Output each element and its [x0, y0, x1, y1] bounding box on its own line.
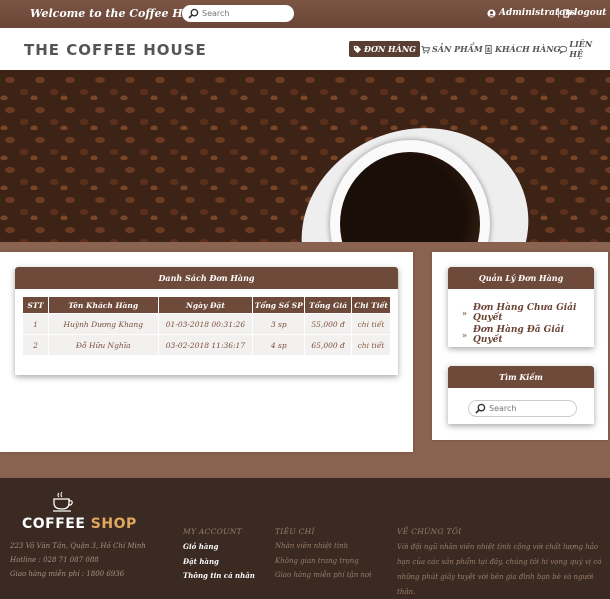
footer-link-order[interactable]: Đặt hàng [183, 557, 219, 566]
site-header: THE COFFEE HOUSE ĐƠN HÀNG SẢN PHẨM KHÁCH… [0, 28, 610, 70]
cell-stt: 1 [22, 313, 49, 335]
menu-unresolved-orders[interactable]: » Đơn Hàng Chưa Giải Quyết [462, 303, 594, 323]
cell-total-price: 65,000 đ [304, 334, 353, 356]
sign-out-icon [563, 8, 572, 18]
user-card-icon [485, 44, 492, 54]
nav-orders[interactable]: ĐƠN HÀNG [349, 41, 420, 57]
logout-link[interactable]: logout [563, 8, 606, 18]
col-total-items: Tổng Số SP [252, 296, 306, 314]
user-circle-icon [487, 8, 496, 18]
footer-logo: COFFEE SHOP [22, 516, 137, 532]
table-header-row: STT Tên Khách Hàng Ngày Đặt Tổng Số SP T… [22, 296, 391, 314]
main-content: Danh Sách Đơn Hàng STT Tên Khách Hàng Ng… [0, 252, 413, 452]
sidebar-search-input[interactable] [489, 404, 569, 413]
separator: | [557, 8, 561, 18]
cart-icon [421, 45, 430, 53]
footer-link-cart[interactable]: Giỏ hàng [183, 542, 218, 551]
comment-icon [559, 45, 568, 54]
orders-panel: Danh Sách Đơn Hàng STT Tên Khách Hàng Ng… [15, 267, 398, 375]
sidebar: Quản Lý Đơn Hàng » Đơn Hàng Chưa Giải Qu… [432, 252, 608, 440]
col-order-date: Ngày Đặt [157, 296, 254, 314]
footer-account-heading: MY ACCOUNT [183, 527, 242, 536]
search-icon [475, 403, 486, 414]
table-row: 2 Đỗ Hữu Nghĩa 03-02-2018 11:36:17 4 sp … [22, 334, 391, 356]
cell-total-items: 4 sp [252, 334, 306, 356]
site-logo[interactable]: THE COFFEE HOUSE [24, 41, 207, 59]
footer-link-profile[interactable]: Thông tin cá nhân [183, 571, 255, 580]
nav-customers-label: KHÁCH HÀNG [495, 44, 561, 54]
col-total-price: Tổng Giá [304, 296, 353, 314]
manage-orders-title: Quản Lý Đơn Hàng [448, 267, 594, 289]
footer-about-heading: VỀ CHÚNG TÔI [397, 527, 462, 536]
footer-hotline: Hotline : 028 71 087 088 [10, 556, 99, 564]
footer-logo-main: COFFEE [22, 516, 86, 532]
search-panel-title: Tìm Kiếm [448, 366, 594, 388]
hero-banner [0, 70, 610, 242]
footer-criteria-heading: TIÊU CHÍ [275, 527, 315, 536]
cell-order-date: 01-03-2018 00:31:26 [157, 313, 254, 335]
top-search-input[interactable] [202, 9, 292, 18]
double-chevron-right-icon: » [462, 308, 467, 318]
footer-about-text: Với đội ngũ nhân viên nhiệt tình cộng vớ… [397, 543, 602, 596]
footer-criteria-item: Nhân viên nhiệt tình [275, 542, 349, 550]
cell-customer-name: Đỗ Hữu Nghĩa [47, 334, 159, 356]
top-search-box[interactable] [182, 5, 294, 22]
site-footer: COFFEE SHOP 223 Võ Văn Tần, Quận 3, Hồ C… [0, 478, 610, 599]
table-row: 1 Huỳnh Dương Khang 01-03-2018 00:31:26 … [22, 313, 391, 335]
footer-criteria-item: Giao hàng miễn phí tận nơi [275, 571, 372, 579]
cell-order-date: 03-02-2018 11:36:17 [157, 334, 254, 356]
col-detail: Chi Tiết [351, 296, 391, 314]
tag-icon [353, 45, 362, 53]
user-menu[interactable]: Administrators [487, 8, 575, 18]
cell-total-price: 55,000 đ [304, 313, 353, 335]
double-chevron-right-icon: » [462, 330, 467, 340]
nav-customers[interactable]: KHÁCH HÀNG [480, 41, 564, 57]
cell-stt: 2 [22, 334, 49, 356]
footer-logo-accent: SHOP [85, 516, 137, 532]
orders-panel-title: Danh Sách Đơn Hàng [15, 267, 398, 289]
menu-resolved-orders[interactable]: » Đơn Hàng Đã Giải Quyết [462, 325, 594, 345]
nav-contact-label: LIÊN HỆ [569, 39, 593, 59]
nav-products-label: SẢN PHẨM [432, 44, 483, 54]
top-bar: Welcome to the Coffee House Administrato… [0, 0, 610, 28]
logout-label: logout [574, 8, 607, 18]
coffee-cup-icon [53, 491, 73, 512]
footer-delivery: Giao hàng miễn phí : 1800 6936 [10, 570, 125, 578]
cell-customer-name: Huỳnh Dương Khang [47, 313, 159, 335]
nav-products[interactable]: SẢN PHẨM [417, 41, 487, 57]
footer-address: 223 Võ Văn Tần, Quận 3, Hồ Chí Minh [10, 542, 146, 550]
search-icon [188, 8, 199, 19]
col-customer-name: Tên Khách Hàng [47, 296, 159, 314]
nav-contact[interactable]: LIÊN HỆ [555, 39, 610, 59]
detail-link[interactable]: chi tiết [351, 313, 391, 335]
sidebar-search-box[interactable] [468, 400, 577, 417]
orders-table: STT Tên Khách Hàng Ngày Đặt Tổng Số SP T… [22, 296, 391, 356]
detail-link[interactable]: chi tiết [351, 334, 391, 356]
nav-orders-label: ĐƠN HÀNG [364, 44, 416, 54]
menu-resolved-label: Đơn Hàng Đã Giải Quyết [473, 325, 565, 345]
menu-unresolved-label: Đơn Hàng Chưa Giải Quyết [473, 303, 577, 323]
search-panel: Tìm Kiếm [448, 366, 594, 424]
manage-orders-panel: Quản Lý Đơn Hàng » Đơn Hàng Chưa Giải Qu… [448, 267, 594, 347]
col-stt: STT [22, 296, 49, 314]
footer-criteria-item: Không gian trang trọng [275, 557, 359, 565]
cell-total-items: 3 sp [252, 313, 306, 335]
